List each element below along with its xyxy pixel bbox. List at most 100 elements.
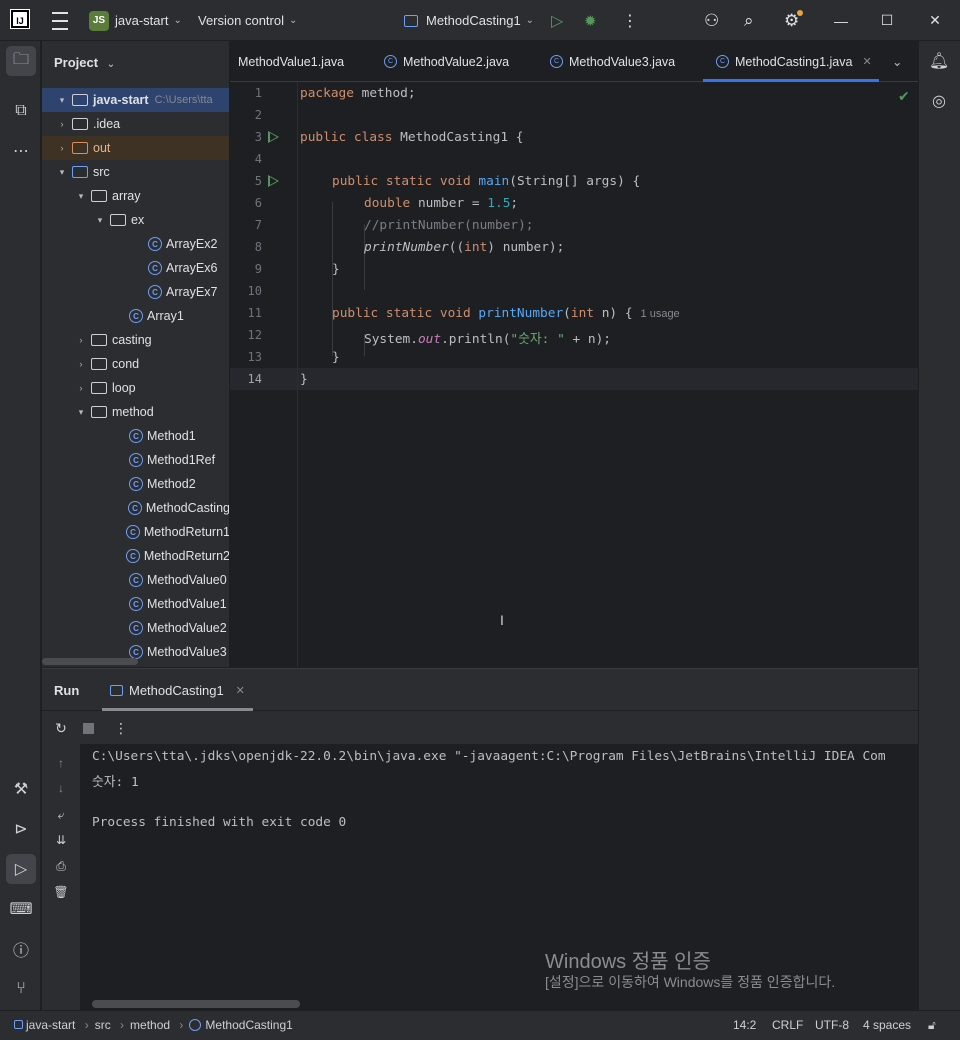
structure-tool-icon[interactable]: ⧉: [6, 96, 36, 126]
soft-wrap-icon[interactable]: ⤶: [52, 806, 70, 824]
chevron-right-icon[interactable]: ›: [56, 143, 68, 153]
tab-methodcasting1[interactable]: C MethodCasting1.java ✕: [703, 41, 879, 82]
tree-item-method1ref[interactable]: C Method1Ref: [42, 448, 229, 472]
ai-assistant-icon[interactable]: ◎: [924, 86, 954, 116]
terminal-icon[interactable]: ⌨: [6, 894, 36, 924]
settings-icon[interactable]: ⚙: [784, 0, 803, 41]
debug-icon[interactable]: ✹: [584, 0, 597, 41]
tree-item-array1[interactable]: C Array1: [42, 304, 229, 328]
add-user-icon[interactable]: ⚇: [704, 0, 719, 41]
lock-icon[interactable]: 🔓︎: [928, 1018, 936, 1033]
line-number[interactable]: 6: [230, 196, 262, 210]
tree-item-array[interactable]: ▾ array: [42, 184, 229, 208]
chevron-right-icon[interactable]: ›: [56, 119, 68, 129]
line-number[interactable]: 8: [230, 240, 262, 254]
tree-item-arrayex2[interactable]: C ArrayEx2: [42, 232, 229, 256]
line-number[interactable]: 10: [230, 284, 262, 298]
indent-setting[interactable]: 4 spaces: [863, 1018, 911, 1032]
no-problems-check-icon[interactable]: ✔: [898, 88, 910, 105]
trash-icon[interactable]: 🗑︎: [52, 883, 70, 901]
build-icon[interactable]: ⚒: [6, 774, 36, 804]
chevron-right-icon[interactable]: ›: [75, 335, 87, 345]
run-tool-icon[interactable]: ▷: [6, 854, 36, 884]
tree-item-method[interactable]: ▾ method: [42, 400, 229, 424]
chevron-right-icon[interactable]: ›: [75, 383, 87, 393]
close-icon[interactable]: ✕: [912, 0, 958, 41]
main-menu-icon[interactable]: [52, 0, 68, 41]
line-number[interactable]: 13: [230, 350, 262, 364]
line-number[interactable]: 2: [230, 108, 262, 122]
minimize-icon[interactable]: —: [818, 0, 864, 41]
print-icon[interactable]: ⎙: [52, 857, 70, 875]
tree-item-arrayex6[interactable]: C ArrayEx6: [42, 256, 229, 280]
project-horizontal-scrollbar[interactable]: [42, 658, 138, 665]
project-tool-icon[interactable]: 🗀: [6, 46, 36, 76]
search-icon[interactable]: ⌕: [744, 0, 754, 41]
tab-methodvalue3[interactable]: C MethodValue3.java: [550, 41, 675, 82]
tab-list-chevron-icon[interactable]: ⌄: [892, 41, 902, 82]
run-gutter-icon[interactable]: [268, 131, 279, 143]
breadcrumb-item[interactable]: method: [130, 1018, 170, 1032]
line-ending[interactable]: CRLF: [772, 1018, 803, 1032]
tab-methodvalue2[interactable]: C MethodValue2.java: [384, 41, 509, 82]
breadcrumb-item[interactable]: MethodCasting1: [205, 1018, 292, 1032]
arrow-up-icon[interactable]: ↑: [52, 754, 70, 772]
tree-item-methodcasting[interactable]: C MethodCasting: [42, 496, 229, 520]
tree-item-ex[interactable]: ▾ ex: [42, 208, 229, 232]
chevron-down-icon[interactable]: ▾: [75, 191, 87, 202]
line-number[interactable]: 1: [230, 86, 262, 100]
more-icon[interactable]: ⋮: [112, 719, 130, 737]
git-icon[interactable]: ⑂: [6, 974, 36, 1004]
tree-item-method2[interactable]: C Method2: [42, 472, 229, 496]
breadcrumb-item[interactable]: java-start: [26, 1018, 75, 1032]
run-gutter-icon[interactable]: [268, 175, 279, 187]
tree-item-methodvalue2[interactable]: C MethodValue2: [42, 616, 229, 640]
notifications-icon[interactable]: 🔔︎: [924, 46, 954, 76]
tree-item-arrayex7[interactable]: C ArrayEx7: [42, 280, 229, 304]
chevron-down-icon[interactable]: ▾: [75, 407, 87, 418]
maximize-icon[interactable]: ☐: [864, 0, 910, 41]
project-switcher[interactable]: JS java-start ⌄: [89, 0, 182, 41]
tree-item-src[interactable]: ▾ src: [42, 160, 229, 184]
rerun-icon[interactable]: ↻: [52, 719, 70, 737]
caret-position[interactable]: 14:2: [733, 1018, 756, 1032]
problems-icon[interactable]: ⓘ: [6, 934, 36, 964]
tree-item-cond[interactable]: › cond: [42, 352, 229, 376]
chevron-down-icon[interactable]: ▾: [94, 215, 106, 226]
tree-item-out[interactable]: › out: [42, 136, 229, 160]
file-encoding[interactable]: UTF-8: [815, 1018, 849, 1032]
line-number[interactable]: 7: [230, 218, 262, 232]
tab-methodvalue1[interactable]: MethodValue1.java: [238, 41, 344, 82]
line-number[interactable]: 4: [230, 152, 262, 166]
tree-root-java-start[interactable]: ▾ java-start C:\Users\tta: [42, 88, 229, 112]
close-tab-icon[interactable]: ✕: [236, 684, 245, 697]
line-number[interactable]: 9: [230, 262, 262, 276]
services-icon[interactable]: ⊳: [6, 814, 36, 844]
tree-item-methodreturn2[interactable]: C MethodReturn2: [42, 544, 229, 568]
console-horizontal-scrollbar[interactable]: [92, 1000, 300, 1008]
scroll-to-end-icon[interactable]: ⇊: [52, 831, 70, 849]
tree-item--idea[interactable]: › .idea: [42, 112, 229, 136]
stop-icon[interactable]: [79, 719, 97, 737]
breadcrumb-item[interactable]: src: [95, 1018, 111, 1032]
tree-item-methodvalue0[interactable]: C MethodValue0: [42, 568, 229, 592]
line-number[interactable]: 11: [230, 306, 262, 320]
project-panel-title[interactable]: Project ⌄: [54, 55, 115, 70]
line-number[interactable]: 12: [230, 328, 262, 342]
tree-item-methodreturn1[interactable]: C MethodReturn1: [42, 520, 229, 544]
line-number[interactable]: 3: [230, 130, 262, 144]
line-number[interactable]: 5: [230, 174, 262, 188]
arrow-down-icon[interactable]: ↓: [52, 779, 70, 797]
run-icon[interactable]: ▷: [551, 0, 563, 41]
more-icon[interactable]: ⋮: [622, 0, 638, 41]
run-config-selector[interactable]: MethodCasting1 ⌄: [404, 0, 534, 41]
chevron-right-icon[interactable]: ›: [75, 359, 87, 369]
code-editor[interactable]: 1 2 3 4 5 6 7 8 9 10 11 12 13 14 ✔ package method; pu…: [230, 82, 918, 667]
chevron-down-icon[interactable]: ▾: [56, 167, 68, 178]
close-tab-icon[interactable]: ✕: [862, 55, 871, 68]
tree-item-casting[interactable]: › casting: [42, 328, 229, 352]
tree-item-method1[interactable]: C Method1: [42, 424, 229, 448]
tree-item-methodvalue1[interactable]: C MethodValue1: [42, 592, 229, 616]
run-tab-methodcasting1[interactable]: MethodCasting1 ✕: [102, 669, 253, 711]
tree-item-loop[interactable]: › loop: [42, 376, 229, 400]
